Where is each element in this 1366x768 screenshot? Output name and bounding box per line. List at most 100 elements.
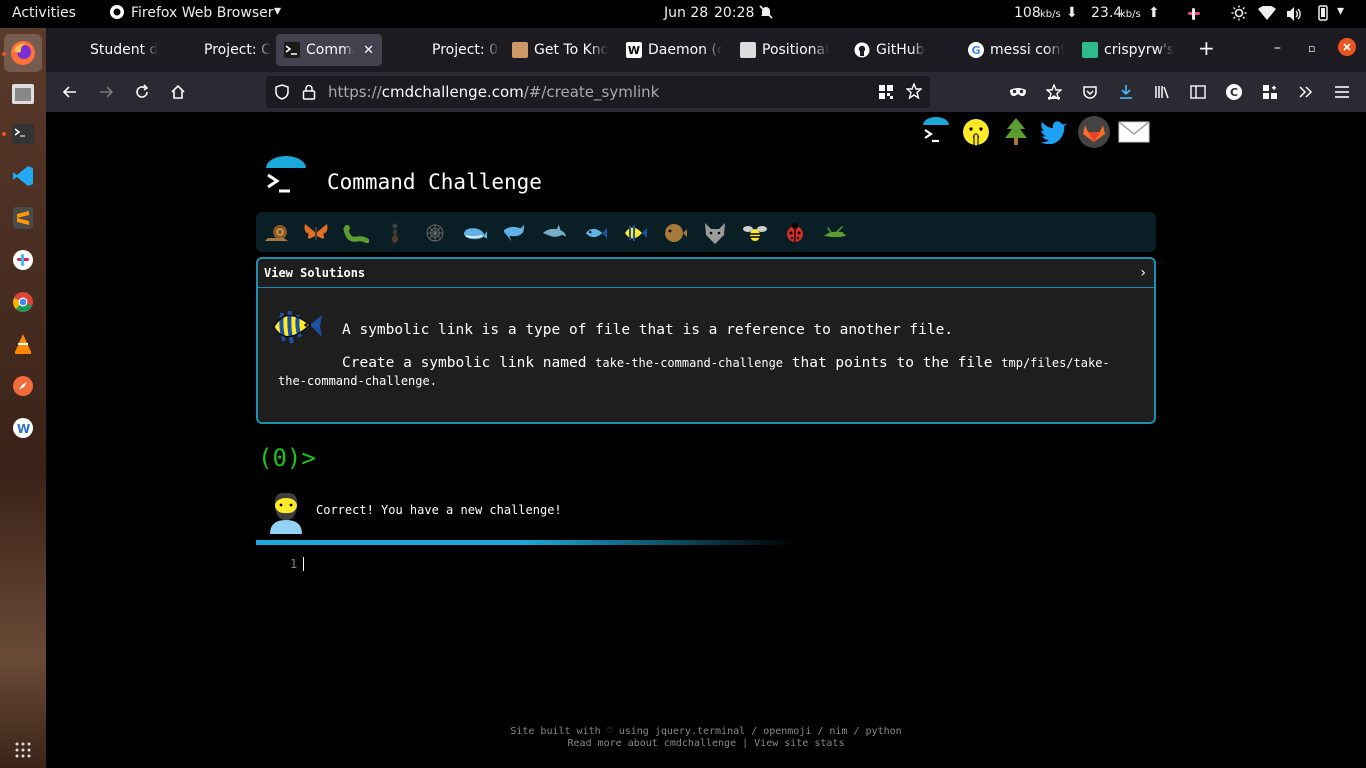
maximize-button[interactable]: ▫ <box>1308 42 1315 55</box>
tab-project-co[interactable]: Project: Co <box>182 34 272 66</box>
gitlab-icon[interactable] <box>1078 116 1110 148</box>
image-favicon-icon <box>512 42 528 58</box>
home-button[interactable] <box>168 82 188 102</box>
close-window-button[interactable] <box>1338 38 1356 60</box>
compass-icon[interactable] <box>7 370 39 402</box>
tracking-shield-icon[interactable] <box>274 84 290 104</box>
extensions-icon[interactable] <box>1260 82 1280 102</box>
firefox-app-icon <box>109 4 125 24</box>
tab-student[interactable]: Student da <box>68 34 158 66</box>
private-mask-icon[interactable] <box>1008 82 1028 102</box>
footer-line-2[interactable]: Read more about cmdchallenge | View site… <box>346 738 1066 750</box>
account-c-icon[interactable]: C <box>1224 82 1244 102</box>
apps-grid-icon[interactable] <box>7 734 39 766</box>
chrome-icon[interactable] <box>7 286 39 318</box>
extension-star-icon[interactable] <box>1044 82 1064 102</box>
app-menu[interactable]: Firefox Web Browser <box>131 5 274 21</box>
bookmark-star-icon[interactable] <box>905 82 923 103</box>
bee-icon[interactable] <box>742 222 768 244</box>
editor-cursor[interactable] <box>303 557 304 571</box>
footer-line-1[interactable]: Site built with ♡ using jquery.terminal … <box>346 726 1066 738</box>
url-text[interactable]: https://cmdchallenge.com/#/create_symlin… <box>328 83 659 101</box>
volume-icon[interactable] <box>1286 6 1302 26</box>
view-solutions-header[interactable]: View Solutions › <box>258 259 1154 288</box>
lock-icon[interactable] <box>302 84 316 104</box>
url-path: /#/create_symlink <box>523 83 660 101</box>
shushing-face-icon[interactable] <box>960 116 992 148</box>
overflow-chevron-icon[interactable] <box>1296 82 1316 102</box>
slack-tray-icon[interactable] <box>1186 6 1202 26</box>
wolf-icon[interactable] <box>702 222 728 244</box>
ant-icon[interactable] <box>382 222 408 244</box>
chevron-right-icon[interactable]: › <box>1140 265 1146 281</box>
tab-get-to-know[interactable]: Get To Kno <box>512 34 608 66</box>
qr-code-icon[interactable] <box>878 84 894 104</box>
pocket-icon[interactable] <box>1080 82 1100 102</box>
view-solutions-label[interactable]: View Solutions <box>264 266 365 280</box>
phone-connect-icon[interactable] <box>1315 5 1331 25</box>
cricket-icon[interactable] <box>822 222 848 244</box>
cmdchallenge-logo-icon[interactable] <box>920 116 952 148</box>
wifi-icon[interactable] <box>1258 5 1276 24</box>
app-menu-caret-icon[interactable]: ▾ <box>274 3 281 19</box>
dolphin-icon[interactable] <box>542 222 568 244</box>
downloads-icon[interactable] <box>1116 82 1136 102</box>
files-icon[interactable] <box>7 78 39 110</box>
description-line-1: A symbolic link is a type of file that i… <box>342 322 954 338</box>
system-top-bar: Activities Firefox Web Browser ▾ Jun 28 … <box>0 0 1366 28</box>
fish-icon[interactable] <box>582 222 608 244</box>
tab-messi[interactable]: G messi cont <box>968 34 1064 66</box>
app-favicon-icon <box>1082 42 1098 58</box>
clock-date[interactable]: Jun 28 <box>664 5 708 21</box>
url-bar[interactable]: https://cmdchallenge.com/#/create_symlin… <box>266 76 930 108</box>
shark-icon[interactable] <box>502 222 528 244</box>
caterpillar-icon[interactable] <box>343 222 369 244</box>
wps-icon[interactable]: W <box>7 412 39 444</box>
vscode-icon[interactable] <box>7 160 39 192</box>
blank-favicon-icon <box>182 42 198 58</box>
snail-icon[interactable] <box>264 222 290 244</box>
spiderweb-icon[interactable] <box>422 222 448 244</box>
vlc-icon[interactable] <box>7 328 39 360</box>
whale-icon[interactable] <box>462 222 488 244</box>
new-tab-button[interactable]: + <box>1198 36 1215 60</box>
notifications-muted-icon[interactable] <box>758 4 774 24</box>
bearded-person-icon <box>268 490 304 534</box>
footer: Site built with ♡ using jquery.terminal … <box>346 726 1066 750</box>
sidebar-icon[interactable] <box>1188 82 1208 102</box>
tab-crispyrw[interactable]: crispyrw's <box>1082 34 1182 66</box>
tab-bar: Student da Project: Co Comman ✕ Project:… <box>46 28 1366 72</box>
blowfish-icon[interactable] <box>662 222 688 244</box>
challenge-progress-bar <box>256 212 1156 252</box>
tab-positional[interactable]: Positional <box>740 34 836 66</box>
twitter-icon[interactable] <box>1038 116 1070 148</box>
minimize-button[interactable]: – <box>1274 40 1281 56</box>
reload-button[interactable] <box>132 82 152 102</box>
butterfly-icon[interactable] <box>303 222 329 244</box>
close-tab-icon[interactable]: ✕ <box>355 43 382 58</box>
envelope-icon[interactable] <box>1118 116 1150 148</box>
tab-github[interactable]: GitHub <box>854 34 950 66</box>
tab-command-challenge[interactable]: Comman ✕ <box>276 34 382 66</box>
tropical-fish-icon[interactable] <box>622 222 648 244</box>
forward-button[interactable] <box>96 82 116 102</box>
brightness-icon[interactable] <box>1231 5 1247 25</box>
link-name-code: take-the-command-challenge <box>595 356 784 370</box>
site-logo-icon <box>262 156 310 200</box>
url-host: cmdchallenge.com <box>381 83 524 101</box>
activities-button[interactable]: Activities <box>12 5 76 21</box>
slack-icon[interactable] <box>7 244 39 276</box>
firefox-icon[interactable] <box>4 34 42 72</box>
net-down-unit: kb/s <box>1040 9 1061 20</box>
back-button[interactable] <box>60 82 80 102</box>
ladybug-icon[interactable] <box>782 222 808 244</box>
tab-project-0x[interactable]: Project: 0x <box>410 34 500 66</box>
clock-time[interactable]: 20:28 <box>714 5 754 21</box>
system-menu-caret-icon[interactable]: ▾ <box>1337 3 1344 19</box>
terminal-icon[interactable] <box>7 118 39 150</box>
evergreen-tree-icon[interactable] <box>1000 116 1032 148</box>
sublime-icon[interactable] <box>7 202 39 234</box>
hamburger-menu-icon[interactable] <box>1332 82 1352 102</box>
tab-daemon[interactable]: W Daemon (c <box>626 34 722 66</box>
library-icon[interactable] <box>1152 82 1172 102</box>
